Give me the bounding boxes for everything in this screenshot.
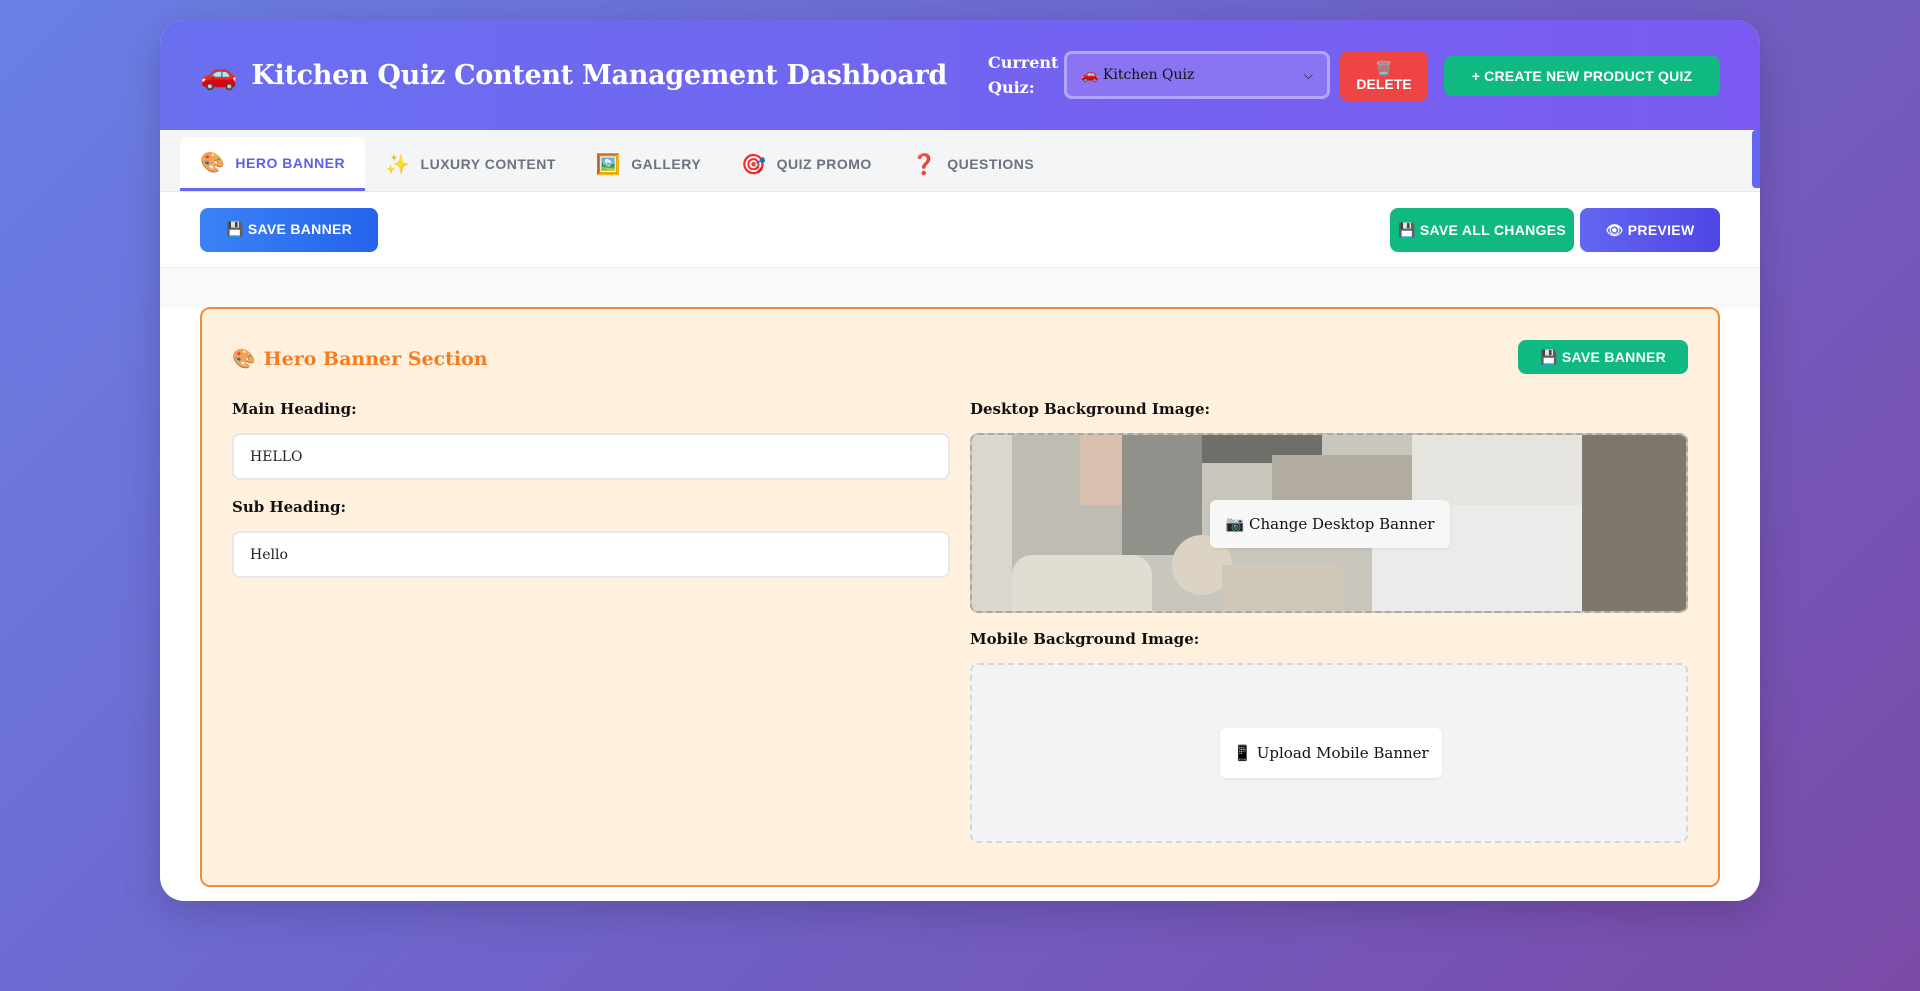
tab-label: QUIZ PROMO xyxy=(776,156,872,172)
picture-icon: 🖼️ xyxy=(595,153,622,176)
tab-quiz-promo[interactable]: 🎯 QUIZ PROMO xyxy=(721,137,892,191)
sub-heading-label: Sub Heading: xyxy=(232,498,347,516)
quiz-select[interactable]: 🚗 Kitchen Quiz ⌵ xyxy=(1064,51,1330,99)
tab-hero-banner[interactable]: 🎨 HERO BANNER xyxy=(180,137,366,191)
tab-bar: 🎨 HERO BANNER ✨ LUXURY CONTENT 🖼️ GALLER… xyxy=(160,130,1760,192)
mobile-banner-dropzone[interactable]: 📱 Upload Mobile Banner xyxy=(970,663,1688,843)
main-heading-label: Main Heading: xyxy=(232,400,357,418)
tab-gallery[interactable]: 🖼️ GALLERY xyxy=(576,137,721,191)
tab-questions[interactable]: ❓ QUESTIONS xyxy=(892,137,1054,191)
preview-button[interactable]: 👁 PREVIEW xyxy=(1580,208,1720,252)
panel-save-banner-button[interactable]: 💾 SAVE BANNER xyxy=(1518,340,1688,374)
palette-icon: 🎨 xyxy=(232,348,256,370)
target-icon: 🎯 xyxy=(741,153,767,176)
trash-icon: 🗑️ xyxy=(1375,60,1393,76)
content-strip xyxy=(160,268,1760,308)
page-title: Kitchen Quiz Content Management Dashboar… xyxy=(251,59,947,91)
header: 🚗 Kitchen Quiz Content Management Dashbo… xyxy=(160,20,1760,130)
tab-label: GALLERY xyxy=(631,156,702,172)
sparkles-icon: ✨ xyxy=(385,153,411,176)
palette-icon: 🎨 xyxy=(200,152,226,174)
question-mark-icon: ❓ xyxy=(911,153,938,176)
upload-mobile-banner-button[interactable]: 📱 Upload Mobile Banner xyxy=(1220,728,1442,778)
chevron-down-icon: ⌵ xyxy=(1303,67,1313,82)
toolbar-right-group: 💾 SAVE ALL CHANGES 👁 PREVIEW xyxy=(1390,208,1720,252)
red-car-icon: 🚗 xyxy=(200,58,238,91)
hero-banner-panel: 🎨 Hero Banner Section 💾 SAVE BANNER Main… xyxy=(200,307,1720,887)
save-all-changes-button[interactable]: 💾 SAVE ALL CHANGES xyxy=(1390,208,1574,252)
tab-label: QUESTIONS xyxy=(947,156,1035,172)
current-quiz-label: Current Quiz: xyxy=(988,53,1059,97)
panel-title: 🎨 Hero Banner Section xyxy=(232,347,488,371)
dashboard-window: 🚗 Kitchen Quiz Content Management Dashbo… xyxy=(160,20,1760,901)
tab-label: LUXURY CONTENT xyxy=(420,156,556,172)
delete-label: DELETE xyxy=(1356,76,1412,92)
desktop-image-label: Desktop Background Image: xyxy=(970,400,1211,418)
save-banner-button[interactable]: 💾 SAVE BANNER xyxy=(200,207,378,252)
tab-label: HERO BANNER xyxy=(235,154,346,171)
mobile-image-label: Mobile Background Image: xyxy=(970,630,1200,648)
desktop-banner-image[interactable]: 📷 Change Desktop Banner xyxy=(970,433,1688,613)
main-heading-input[interactable]: HELLO xyxy=(232,433,950,480)
toolbar: 💾 SAVE BANNER 💾 SAVE ALL CHANGES 👁 PREVI… xyxy=(160,192,1760,268)
title-wrap: 🚗 Kitchen Quiz Content Management Dashbo… xyxy=(200,60,947,91)
create-new-quiz-button[interactable]: + CREATE NEW PRODUCT QUIZ xyxy=(1444,56,1720,96)
panel-title-text: Hero Banner Section xyxy=(263,347,488,370)
tab-luxury-content[interactable]: ✨ LUXURY CONTENT xyxy=(365,137,576,191)
change-desktop-banner-button[interactable]: 📷 Change Desktop Banner xyxy=(1210,500,1450,548)
scrollbar-thumb[interactable] xyxy=(1752,130,1760,188)
quiz-select-value: 🚗 Kitchen Quiz xyxy=(1081,67,1195,83)
sub-heading-input[interactable]: Hello xyxy=(232,531,950,578)
delete-button[interactable]: 🗑️ DELETE xyxy=(1340,51,1428,101)
